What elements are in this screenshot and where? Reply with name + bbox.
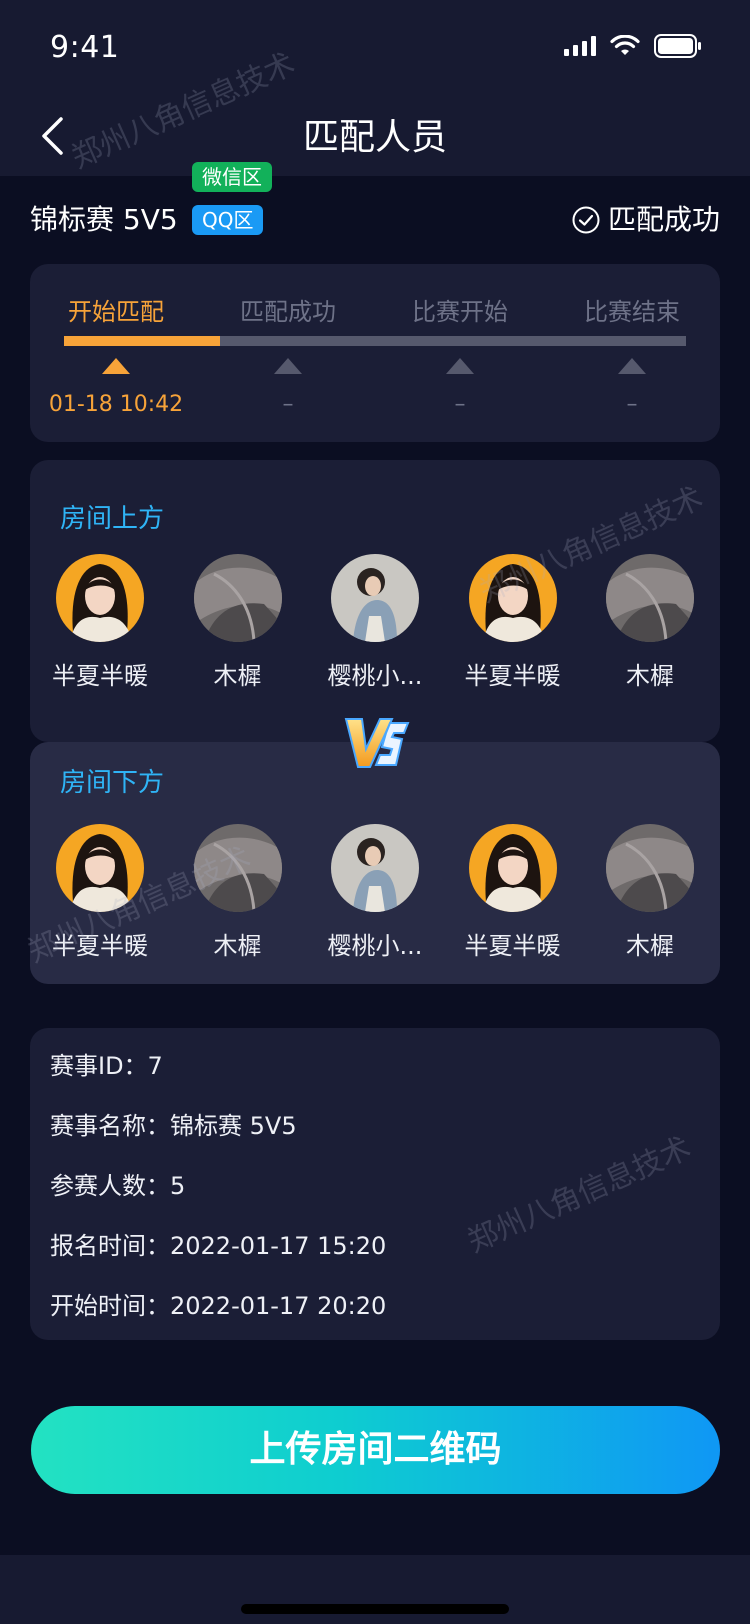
status-time: 9:41 [50,30,120,65]
room-top-players: 半夏半暖 木樨 樱桃小... 半夏半暖 木樨 [30,554,720,691]
check-circle-icon [572,206,600,234]
wifi-icon [610,35,640,55]
home-indicator [241,1604,509,1614]
triangle-up-icon [446,358,474,374]
signup-time: 报名时间：2022-01-17 15:20 [50,1232,387,1260]
progress-track [64,336,686,346]
battery-icon [654,34,701,58]
avatar [56,824,144,912]
progress-step-label: 比赛开始 [412,298,508,326]
player-item[interactable]: 木樨 [170,824,306,961]
room-top: 房间上方 半夏半暖 木樨 樱桃小... 半夏半暖 木樨 [30,460,720,742]
player-name: 樱桃小... [327,662,423,690]
avatar [331,824,419,912]
player-item[interactable]: 半夏半暖 [32,824,168,961]
progress-marker [30,358,202,374]
avatar [606,824,694,912]
start-time: 开始时间：2022-01-17 20:20 [50,1292,387,1320]
player-name: 木樨 [213,932,262,960]
match-status-label: 匹配成功 [607,203,720,236]
participant-count: 参赛人数：5 [50,1172,186,1200]
player-name: 半夏半暖 [464,662,561,690]
event-id: 赛事ID：7 [50,1052,163,1080]
player-name: 半夏半暖 [464,932,561,960]
qq-zone-tag: QQ区 [192,205,264,235]
progress-step-time: – [626,392,638,417]
player-item[interactable]: 木樨 [582,824,718,961]
status-icons [564,34,702,58]
triangle-up-icon [274,358,302,374]
avatar [56,554,144,642]
avatar [331,554,419,642]
progress-markers [30,358,720,374]
progress-marker [546,358,718,374]
vs-badge-icon [344,718,410,768]
status-bar: 9:41 [0,0,750,96]
player-item[interactable]: 半夏半暖 [445,554,581,691]
avatar [193,824,282,912]
signal-icon [564,36,596,56]
progress-step-label: 比赛结束 [584,298,680,326]
room-bottom-label: 房间下方 [60,768,165,798]
match-progress: 开始匹配 匹配成功 比赛开始 比赛结束 01-18 10:42 – – – [30,264,720,442]
room-top-label: 房间上方 [60,504,165,534]
player-item[interactable]: 木樨 [170,554,306,691]
triangle-up-icon [102,358,130,374]
player-name: 木樨 [626,662,674,690]
player-item[interactable]: 樱桃小... [307,554,443,691]
avatar [468,824,557,912]
progress-step-label: 匹配成功 [240,298,336,326]
avatar [606,554,694,642]
event-header: 锦标赛 5V5 微信区 QQ区 匹配成功 [30,162,720,240]
player-item[interactable]: 木樨 [582,554,718,691]
event-title: 赛事名称：锦标赛 5V5 [50,1112,297,1140]
player-name: 樱桃小... [327,932,423,960]
wechat-zone-tag: 微信区 [192,162,272,192]
player-name: 木樨 [213,662,262,690]
avatar [468,554,557,642]
player-name: 木樨 [626,932,674,960]
room-bottom: 房间下方 半夏半暖 木樨 樱桃小... 半夏半暖 木樨 [30,742,720,984]
progress-steps: 开始匹配 匹配成功 比赛开始 比赛结束 [30,292,720,327]
progress-step-time: 01-18 10:42 [48,392,184,417]
progress-marker [374,358,546,374]
player-item[interactable]: 半夏半暖 [32,554,168,691]
progress-step-label: 开始匹配 [68,298,164,326]
nav-bar: 匹配人员 [0,96,750,176]
player-item[interactable]: 半夏半暖 [445,824,581,961]
player-name: 半夏半暖 [52,662,148,690]
progress-step-time: – [454,392,466,417]
progress-marker [202,358,374,374]
upload-qrcode-button[interactable]: 上传房间二维码 [31,1406,720,1494]
avatar [193,554,282,642]
event-name: 锦标赛 5V5 [30,203,178,236]
triangle-up-icon [618,358,646,374]
progress-times: 01-18 10:42 – – – [30,392,720,417]
player-name: 半夏半暖 [52,932,148,960]
match-status: 匹配成功 [572,200,720,240]
progress-fill [64,336,220,346]
room-bottom-players: 半夏半暖 木樨 樱桃小... 半夏半暖 木樨 [30,824,720,961]
event-info: 赛事ID：7 赛事名称：锦标赛 5V5 参赛人数：5 报名时间：2022-01-… [30,1028,720,1340]
page-title: 匹配人员 [302,117,447,158]
progress-step-time: – [282,392,294,417]
player-item[interactable]: 樱桃小... [307,824,443,961]
